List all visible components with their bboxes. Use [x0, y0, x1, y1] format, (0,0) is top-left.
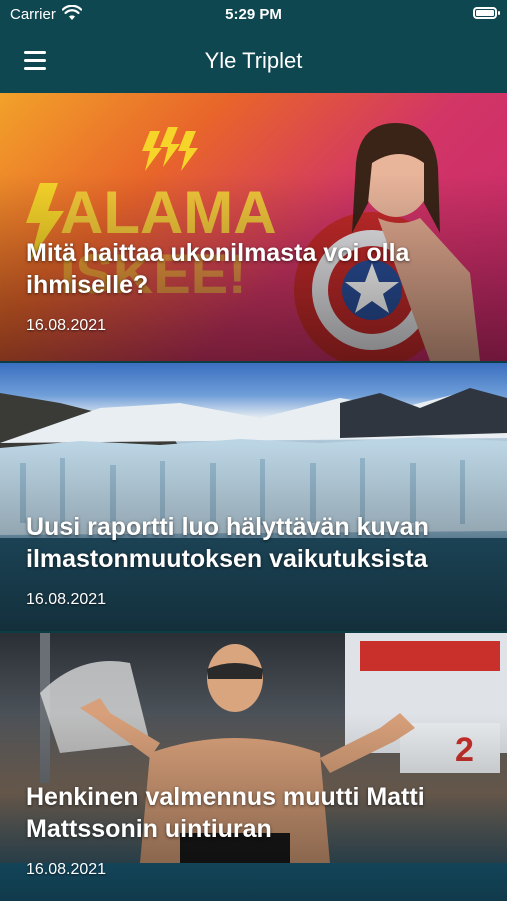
- article-feed: ALAMA ISKEE! Mitä haittaa ukonilmasta vo…: [0, 93, 507, 901]
- navigation-bar: Yle Triplet: [0, 30, 507, 93]
- battery-icon: [473, 7, 500, 19]
- article-date: 16.08.2021: [26, 317, 107, 334]
- article-title: Uusi raportti luo hälyttävän kuvan ilmas…: [26, 513, 429, 573]
- article-date: 16.08.2021: [26, 591, 107, 608]
- page-title: Yle Triplet: [204, 48, 303, 73]
- article-card[interactable]: 2 Henkinen valmennus muutti Matti Mattss…: [0, 633, 507, 901]
- article-card[interactable]: ALAMA ISKEE! Mitä haittaa ukonilmasta vo…: [0, 93, 507, 361]
- clock: 5:29 PM: [225, 6, 282, 23]
- article-title: Henkinen valmennus muutti Matti Mattsson…: [26, 783, 425, 843]
- article-date: 16.08.2021: [26, 861, 107, 878]
- article-title: Mitä haittaa ukonilmasta voi olla ihmise…: [26, 239, 410, 299]
- status-bar: Carrier 5:29 PM: [0, 0, 507, 30]
- article-card[interactable]: Uusi raportti luo hälyttävän kuvan ilmas…: [0, 363, 507, 631]
